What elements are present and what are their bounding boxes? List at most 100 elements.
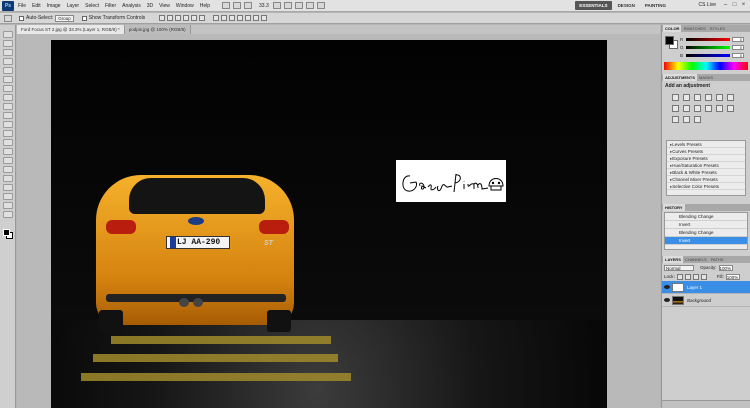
- hue-saturation-icon[interactable]: [727, 94, 734, 101]
- tab-color[interactable]: COLOR: [663, 25, 682, 32]
- signature-layer[interactable]: [396, 160, 506, 202]
- color-balance-icon[interactable]: [672, 105, 679, 112]
- distribute-hcenter-icon[interactable]: [245, 15, 252, 21]
- auto-select-checkbox[interactable]: [19, 15, 24, 21]
- threshold-icon[interactable]: [672, 116, 679, 123]
- distribute-vcenter-icon[interactable]: [221, 15, 228, 21]
- align-bottom-icon[interactable]: [175, 15, 182, 21]
- menu-help[interactable]: Help: [200, 3, 210, 9]
- close-icon[interactable]: ×: [739, 1, 748, 10]
- lock-pixels-icon[interactable]: [684, 273, 691, 280]
- channel-mixer-icon[interactable]: [705, 105, 712, 112]
- marquee-tool-icon[interactable]: [3, 40, 13, 47]
- extras-icon[interactable]: [244, 2, 253, 9]
- dodge-tool-icon[interactable]: [3, 148, 13, 155]
- preset-curves[interactable]: Curves Presets: [667, 148, 745, 155]
- photo-filter-icon[interactable]: [694, 105, 701, 112]
- move-tool-icon[interactable]: [3, 31, 13, 38]
- crop-tool-icon[interactable]: [3, 67, 13, 74]
- auto-select-dropdown[interactable]: Group: [55, 14, 74, 22]
- history-item[interactable]: Invert: [665, 221, 747, 229]
- distribute-right-icon[interactable]: [253, 15, 260, 21]
- clone-stamp-icon[interactable]: [3, 103, 13, 110]
- green-value[interactable]: 0: [732, 44, 744, 50]
- posterize-icon[interactable]: [727, 105, 734, 112]
- vibrance-icon[interactable]: [716, 94, 723, 101]
- green-slider[interactable]: [686, 45, 730, 49]
- align-top-icon[interactable]: [159, 15, 166, 21]
- type-tool-icon[interactable]: [3, 166, 13, 173]
- hand-tool-icon[interactable]: [3, 202, 13, 209]
- opacity-field[interactable]: 100%: [718, 264, 733, 271]
- healing-brush-icon[interactable]: [3, 85, 13, 92]
- eraser-tool-icon[interactable]: [3, 121, 13, 128]
- layer-row-layer1[interactable]: Layer 1: [662, 281, 750, 294]
- levels-icon[interactable]: [683, 94, 690, 101]
- quick-select-tool-icon[interactable]: [3, 58, 13, 65]
- blue-slider[interactable]: [686, 53, 730, 57]
- color-spectrum[interactable]: [664, 62, 748, 70]
- align-hcenter-icon[interactable]: [191, 15, 198, 21]
- distribute-top-icon[interactable]: [213, 15, 220, 21]
- eye-icon[interactable]: [664, 297, 670, 303]
- history-brush-icon[interactable]: [3, 112, 13, 119]
- lock-transparent-icon[interactable]: [676, 273, 683, 280]
- tab-history[interactable]: HISTORY: [663, 204, 685, 211]
- selective-color-icon[interactable]: [694, 116, 701, 123]
- blue-value[interactable]: 0: [732, 52, 744, 58]
- eye-icon[interactable]: [664, 284, 670, 290]
- menu-edit[interactable]: Edit: [32, 3, 41, 9]
- blur-tool-icon[interactable]: [3, 139, 13, 146]
- tab-swatches[interactable]: SWATCHES: [681, 25, 707, 32]
- menu-select[interactable]: Select: [85, 3, 99, 9]
- menu-file[interactable]: File: [18, 3, 26, 9]
- align-left-icon[interactable]: [183, 15, 190, 21]
- red-slider[interactable]: [686, 37, 730, 41]
- history-item[interactable]: Blending Change: [665, 213, 747, 221]
- menu-view[interactable]: View: [159, 3, 170, 9]
- preset-hue-saturation[interactable]: Hue/Saturation Presets: [667, 162, 745, 169]
- maximize-icon[interactable]: □: [730, 1, 739, 10]
- layer-row-background[interactable]: Background: [662, 294, 750, 307]
- exposure-icon[interactable]: [705, 94, 712, 101]
- tab-podpis[interactable]: podpis.jpg @ 100% (RGB/8): [124, 25, 191, 34]
- lock-all-icon[interactable]: [700, 273, 707, 280]
- arrange-documents-icon[interactable]: [305, 2, 314, 9]
- preset-selective-color[interactable]: Selective Color Presets: [667, 183, 745, 190]
- workspace-painting[interactable]: PAINTING: [641, 1, 670, 10]
- distribute-left-icon[interactable]: [237, 15, 244, 21]
- tab-channels[interactable]: CHANNELS: [683, 256, 709, 263]
- foreground-color-swatch[interactable]: [3, 229, 10, 236]
- preset-black-white[interactable]: Black & White Presets: [667, 169, 745, 176]
- gradient-map-icon[interactable]: [683, 116, 690, 123]
- menu-3d[interactable]: 3D: [147, 3, 153, 9]
- path-select-icon[interactable]: [3, 175, 13, 182]
- tab-styles[interactable]: STYLES: [708, 25, 727, 32]
- lasso-tool-icon[interactable]: [3, 49, 13, 56]
- gradient-tool-icon[interactable]: [3, 130, 13, 137]
- workspace-design[interactable]: DESIGN: [614, 1, 639, 10]
- hand-tool-icon[interactable]: [272, 2, 281, 9]
- pen-tool-icon[interactable]: [3, 157, 13, 164]
- show-transform-checkbox[interactable]: [81, 15, 87, 21]
- history-item-active[interactable]: Invert: [665, 237, 747, 245]
- 3d-rotate-icon[interactable]: [3, 193, 13, 200]
- foreground-color-swatch[interactable]: [665, 36, 674, 45]
- minibridge-icon[interactable]: [233, 2, 242, 9]
- menu-image[interactable]: Image: [47, 3, 61, 9]
- zoom-tool-icon[interactable]: [283, 2, 292, 9]
- preset-levels[interactable]: Levels Presets: [667, 141, 745, 148]
- history-item[interactable]: Blending Change: [665, 229, 747, 237]
- shape-tool-icon[interactable]: [3, 184, 13, 191]
- auto-align-icon[interactable]: [261, 15, 268, 21]
- brightness-contrast-icon[interactable]: [672, 94, 679, 101]
- preset-exposure[interactable]: Exposure Presets: [667, 155, 745, 162]
- eyedropper-tool-icon[interactable]: [3, 76, 13, 83]
- tab-ford-focus[interactable]: Ford Focus ST 2.jpg @ 33.3% (Layer 1, RG…: [17, 25, 125, 34]
- preset-channel-mixer[interactable]: Channel Mixer Presets: [667, 176, 745, 183]
- zoom-level[interactable]: 33.3: [259, 3, 269, 9]
- layer-name[interactable]: Layer 1: [687, 285, 702, 290]
- bridge-icon[interactable]: [222, 2, 231, 9]
- menu-analysis[interactable]: Analysis: [122, 3, 141, 9]
- zoom-tool-icon[interactable]: [3, 211, 13, 218]
